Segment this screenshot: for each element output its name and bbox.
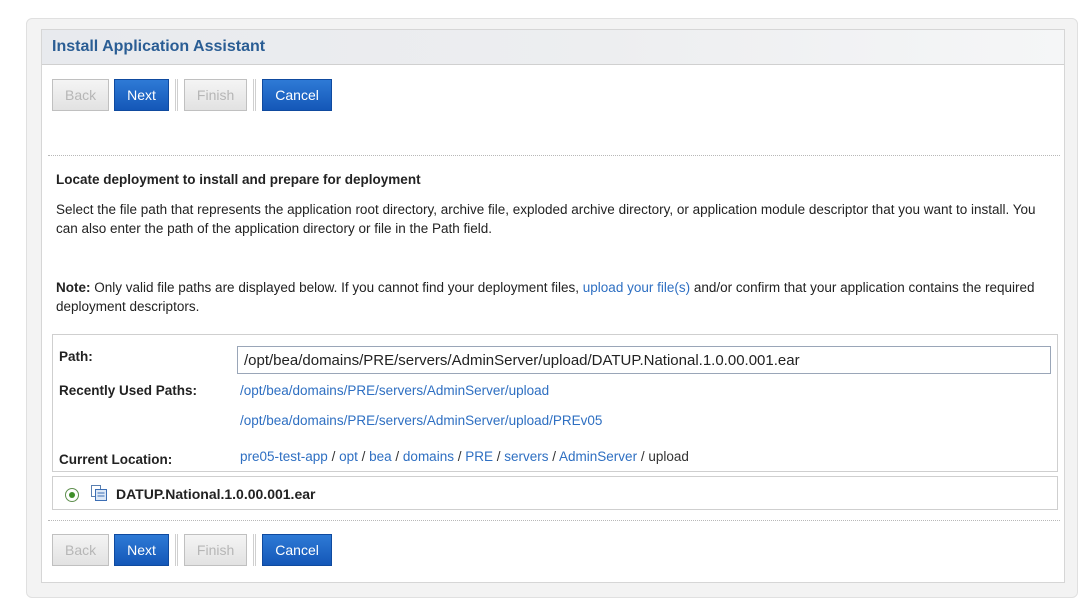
back-button-bottom[interactable]: Back — [52, 534, 110, 566]
note-label: Note: — [56, 280, 91, 295]
assistant-titlebar: Install Application Assistant — [42, 30, 1064, 65]
current-location-breadcrumb: pre05-test-app / opt / bea / domains / P… — [240, 449, 689, 464]
breadcrumb-link[interactable]: domains — [403, 449, 454, 464]
next-button-bottom[interactable]: Next — [114, 534, 169, 566]
breadcrumb-link[interactable]: AdminServer — [559, 449, 637, 464]
description-text: Select the file path that represents the… — [56, 202, 1036, 236]
file-name: DATUP.National.1.0.00.001.ear — [116, 486, 316, 502]
finish-button-bottom[interactable]: Finish — [183, 534, 248, 566]
breadcrumb-current: upload — [648, 449, 689, 464]
current-location-label: Current Location: — [59, 452, 173, 467]
breadcrumb-link[interactable]: servers — [504, 449, 548, 464]
button-separator — [253, 79, 257, 111]
breadcrumb-separator: / — [492, 449, 505, 464]
breadcrumb-separator: / — [548, 449, 560, 464]
breadcrumb-separator: / — [327, 449, 340, 464]
breadcrumb-separator: / — [391, 449, 403, 464]
upload-files-link[interactable]: upload your file(s) — [583, 280, 690, 295]
breadcrumb-separator: / — [637, 449, 649, 464]
button-separator — [253, 534, 257, 566]
file-list-row: DATUP.National.1.0.00.001.ear — [52, 476, 1058, 510]
assistant-title: Install Application Assistant — [52, 38, 266, 55]
divider — [48, 155, 1060, 156]
breadcrumb-separator: / — [357, 449, 370, 464]
cancel-button-top[interactable]: Cancel — [262, 79, 332, 111]
breadcrumb-link[interactable]: pre05-test-app — [240, 449, 328, 464]
install-assistant-panel: Install Application Assistant Back Next … — [41, 29, 1065, 583]
finish-button-top[interactable]: Finish — [183, 79, 248, 111]
path-input[interactable] — [237, 346, 1051, 374]
archive-file-icon — [91, 485, 107, 501]
cancel-button-bottom[interactable]: Cancel — [262, 534, 332, 566]
recent-paths-label: Recently Used Paths: — [59, 383, 198, 398]
path-label: Path: — [59, 349, 93, 364]
page-container: Install Application Assistant Back Next … — [26, 18, 1078, 598]
breadcrumb-link[interactable]: opt — [339, 449, 358, 464]
button-separator — [174, 534, 178, 566]
button-separator — [174, 79, 178, 111]
breadcrumb-link[interactable]: bea — [369, 449, 392, 464]
section-heading: Locate deployment to install and prepare… — [56, 172, 421, 187]
divider — [48, 520, 1060, 521]
file-radio-button[interactable] — [65, 488, 79, 502]
breadcrumb-link[interactable]: PRE — [465, 449, 493, 464]
bottom-button-row: Back Next Finish Cancel — [52, 534, 332, 566]
next-button-top[interactable]: Next — [114, 79, 169, 111]
note-text: Note: Only valid file paths are displaye… — [56, 278, 1056, 316]
recent-path-link[interactable]: /opt/bea/domains/PRE/servers/AdminServer… — [240, 413, 602, 428]
path-section: Path: Recently Used Paths: /opt/bea/doma… — [52, 334, 1058, 472]
top-button-row: Back Next Finish Cancel — [52, 79, 332, 111]
back-button-top[interactable]: Back — [52, 79, 110, 111]
recent-path-link[interactable]: /opt/bea/domains/PRE/servers/AdminServer… — [240, 383, 549, 398]
breadcrumb-separator: / — [453, 449, 466, 464]
note-text-before: Only valid file paths are displayed belo… — [90, 280, 583, 295]
